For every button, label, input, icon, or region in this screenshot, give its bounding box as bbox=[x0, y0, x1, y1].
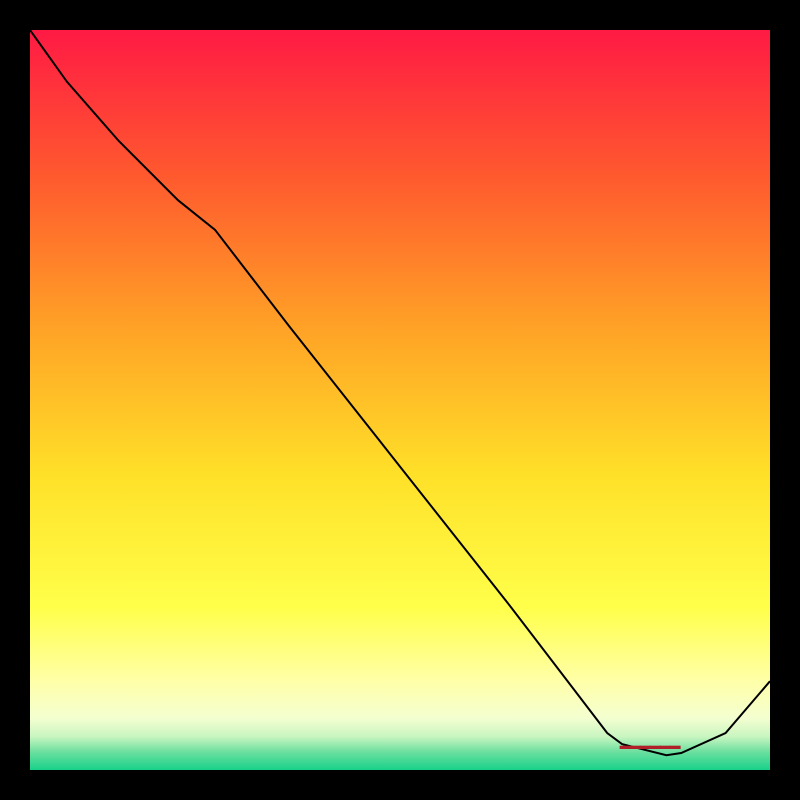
optimal-range-marker: ▬▬▬▬▬▬ bbox=[620, 740, 680, 752]
gradient-background bbox=[30, 30, 770, 770]
chart-frame: TheBottleneck.com ▬▬▬▬▬▬ bbox=[30, 30, 770, 770]
bottleneck-chart bbox=[30, 30, 770, 770]
